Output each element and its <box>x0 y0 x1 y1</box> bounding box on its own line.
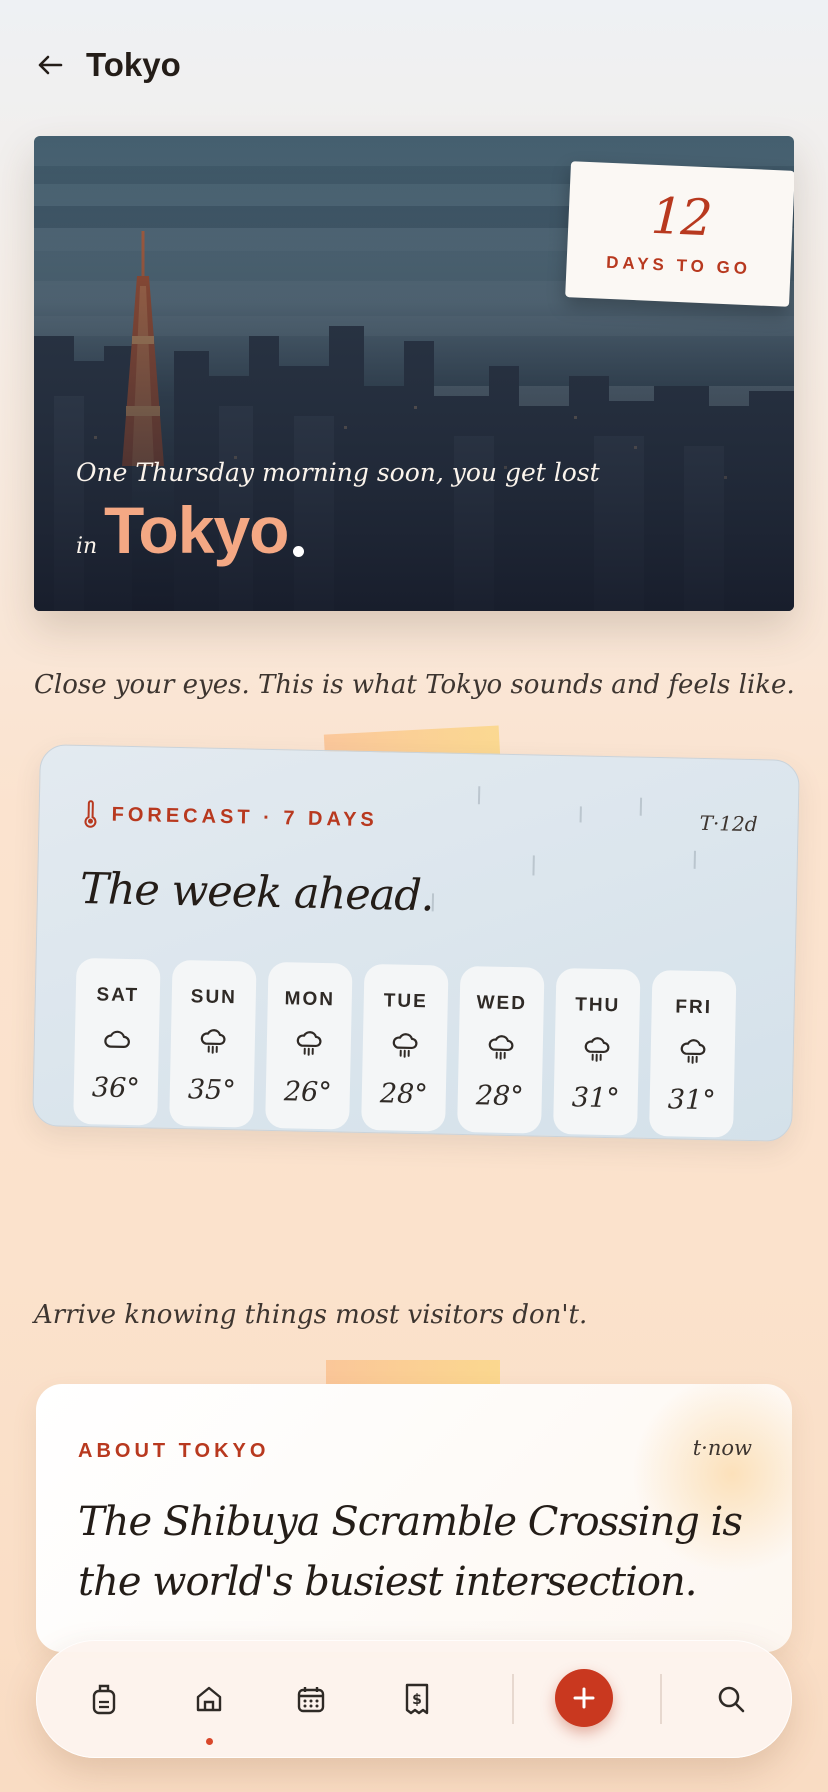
rain-streak <box>579 806 582 823</box>
forecast-title: The week ahead. <box>79 863 435 922</box>
day-name: FRI <box>675 996 713 1019</box>
rain-streak <box>639 797 643 816</box>
nav-divider <box>512 1674 514 1724</box>
tagline-sounds: Close your eyes. This is what Tokyo soun… <box>34 670 795 700</box>
forecast-day[interactable]: TUE 28° <box>361 963 449 1132</box>
tagline-arrive: Arrive knowing things most visitors don'… <box>34 1300 588 1330</box>
nav-calendar[interactable] <box>286 1674 336 1724</box>
search-icon <box>718 1686 745 1713</box>
luggage-icon <box>92 1684 116 1715</box>
forecast-label: FORECAST · 7 DAYS <box>111 803 378 831</box>
calendar-icon <box>297 1687 325 1713</box>
rain-cloud-icon <box>488 1035 514 1060</box>
nav-luggage[interactable] <box>79 1674 129 1724</box>
forecast-day[interactable]: MON 26° <box>265 961 353 1130</box>
rain-cloud-icon <box>296 1031 322 1056</box>
cloud-icon <box>104 1030 130 1049</box>
rain-streak <box>693 850 696 869</box>
forecast-card[interactable]: FORECAST · 7 DAYS T·12d The week ahead. … <box>32 744 800 1142</box>
rain-streak <box>532 855 535 876</box>
forecast-day[interactable]: WED 28° <box>457 965 545 1134</box>
thermometer-icon <box>84 800 97 828</box>
day-temp: 35° <box>187 1074 237 1107</box>
day-name: SAT <box>96 984 140 1007</box>
nav-search[interactable] <box>706 1674 756 1724</box>
nav-home[interactable] <box>184 1674 234 1724</box>
rain-cloud-icon <box>200 1029 226 1054</box>
active-indicator <box>206 1738 213 1745</box>
back-button[interactable] <box>36 51 64 79</box>
bottom-nav: $ <box>36 1640 792 1758</box>
day-name: MON <box>284 988 336 1011</box>
page-title: Tokyo <box>86 46 181 83</box>
forecast-day[interactable]: SUN 35° <box>169 959 257 1128</box>
about-fact: The Shibuya Scramble Crossing is the wor… <box>78 1499 743 1605</box>
home-icon <box>196 1686 222 1712</box>
about-label: ABOUT TOKYO <box>78 1440 270 1462</box>
day-name: WED <box>476 992 528 1015</box>
hero-city: Tokyo <box>104 493 289 567</box>
nav-divider <box>660 1674 662 1724</box>
day-name: SUN <box>190 986 238 1009</box>
day-name: TUE <box>383 990 428 1013</box>
day-temp: 28° <box>379 1078 429 1111</box>
forecast-day[interactable]: FRI 31° <box>649 969 737 1138</box>
day-temp: 31° <box>571 1082 621 1115</box>
header: Tokyo <box>36 46 181 84</box>
hero-dot <box>293 546 304 557</box>
day-temp: 36° <box>91 1072 141 1105</box>
hero-image-card: 12 DAYS TO GO One Thursday morning soon,… <box>34 136 794 611</box>
add-button[interactable] <box>555 1669 613 1727</box>
day-temp: 26° <box>283 1076 333 1109</box>
forecast-days: SAT 36° SUN 35° MON 26° TUE 28° WED 28° … <box>73 957 737 1138</box>
nav-expenses[interactable]: $ <box>392 1674 442 1724</box>
rain-cloud-icon <box>392 1033 418 1058</box>
add-icon <box>573 1687 595 1709</box>
receipt-icon: $ <box>405 1683 429 1715</box>
svg-text:$: $ <box>412 1692 422 1708</box>
forecast-day[interactable]: SAT 36° <box>73 957 161 1126</box>
day-name: THU <box>574 994 621 1017</box>
rain-cloud-icon <box>680 1039 706 1064</box>
forecast-header: FORECAST · 7 DAYS <box>83 800 378 834</box>
countdown-card: 12 DAYS TO GO <box>565 161 794 307</box>
day-temp: 28° <box>475 1080 525 1113</box>
countdown-label: DAYS TO GO <box>605 252 752 279</box>
arrow-left-icon <box>38 55 63 75</box>
about-tag: t·now <box>692 1436 752 1460</box>
forecast-day[interactable]: THU 31° <box>553 967 641 1136</box>
countdown-number: 12 <box>649 186 712 248</box>
forecast-tag: T·12d <box>699 810 758 837</box>
day-temp: 31° <box>667 1084 717 1117</box>
about-card[interactable]: ABOUT TOKYO t·now The Shibuya Scramble C… <box>36 1384 792 1652</box>
rain-cloud-icon <box>584 1037 610 1062</box>
rain-streak <box>477 786 481 805</box>
hero-in-word: in <box>76 534 98 559</box>
hero-subtitle: One Thursday morning soon, you get lost <box>76 458 600 487</box>
